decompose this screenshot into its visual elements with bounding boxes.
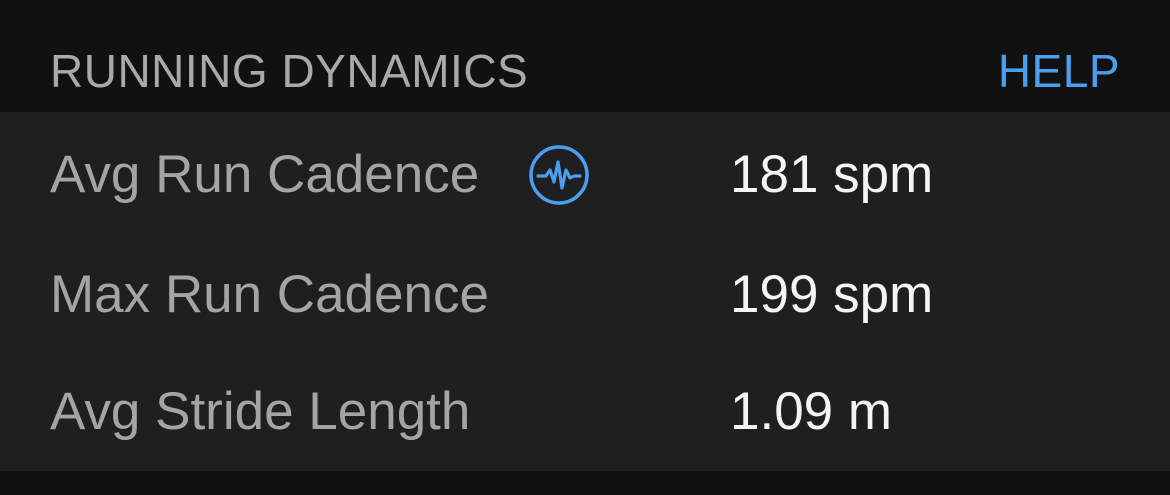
- heart-rate-pulse-icon[interactable]: [528, 144, 590, 206]
- metric-value: 199 spm: [730, 265, 934, 324]
- metrics-card: Avg Run Cadence 181 spm Max Run Cadence …: [0, 112, 1170, 471]
- help-link[interactable]: HELP: [998, 44, 1120, 98]
- section-title: RUNNING DYNAMICS: [50, 45, 529, 97]
- bottom-spacer: [0, 471, 1170, 495]
- metric-row-avg-stride-length: Avg Stride Length 1.09 m: [0, 353, 1170, 471]
- metric-row-avg-run-cadence: Avg Run Cadence 181 spm: [0, 116, 1170, 234]
- section-header: RUNNING DYNAMICS HELP: [0, 0, 1170, 112]
- metric-label: Max Run Cadence: [50, 265, 489, 324]
- metric-value: 181 spm: [730, 145, 934, 204]
- metric-label: Avg Stride Length: [50, 382, 471, 441]
- metric-label: Avg Run Cadence: [50, 145, 480, 204]
- running-dynamics-screen: RUNNING DYNAMICS HELP Avg Run Cadence 18…: [0, 0, 1170, 495]
- metric-value: 1.09 m: [730, 382, 893, 441]
- metric-row-max-run-cadence: Max Run Cadence 199 spm: [0, 236, 1170, 354]
